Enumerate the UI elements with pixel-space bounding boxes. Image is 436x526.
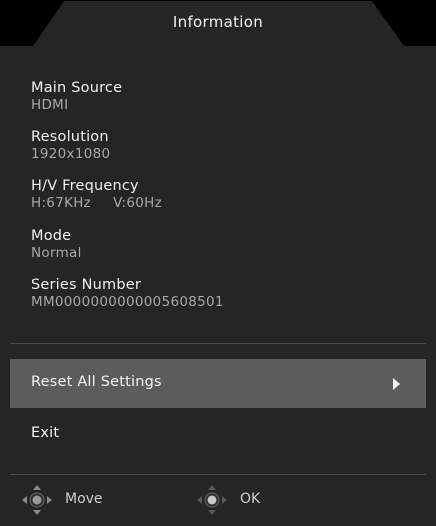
main-source-label: Main Source bbox=[31, 80, 123, 96]
page-title: Information bbox=[172, 13, 264, 31]
info-frequency: H/V Frequency H:67KHz V:60Hz bbox=[31, 178, 162, 211]
info-series-number: Series Number MM0000000000005608501 bbox=[31, 277, 224, 310]
main-source-value: HDMI bbox=[31, 97, 69, 113]
title-bar: Information bbox=[0, 0, 436, 46]
ok-hint: OK bbox=[195, 484, 285, 516]
move-hint-label: Move bbox=[65, 491, 103, 507]
ok-hint-label: OK bbox=[240, 491, 261, 507]
info-mode: Mode Normal bbox=[31, 228, 82, 261]
osd-panel: Information Main Source HDMI Resolution … bbox=[0, 0, 436, 526]
frequency-label: H/V Frequency bbox=[31, 178, 139, 194]
resolution-value: 1920x1080 bbox=[31, 146, 111, 162]
v-frequency-value: V:60Hz bbox=[113, 195, 162, 211]
move-hint: Move bbox=[20, 484, 130, 516]
dpad-press-icon bbox=[197, 485, 227, 515]
mode-label: Mode bbox=[31, 228, 72, 244]
divider-top bbox=[10, 343, 426, 344]
info-resolution: Resolution 1920x1080 bbox=[31, 129, 110, 162]
series-number-label: Series Number bbox=[31, 277, 142, 293]
divider-bottom bbox=[10, 474, 426, 475]
exit-label: Exit bbox=[31, 425, 60, 441]
reset-all-settings-button[interactable]: Reset All Settings bbox=[10, 359, 426, 408]
series-number-value: MM0000000000005608501 bbox=[31, 294, 224, 310]
resolution-label: Resolution bbox=[31, 129, 109, 145]
info-main-source: Main Source HDMI bbox=[31, 80, 122, 113]
mode-value: Normal bbox=[31, 245, 82, 261]
exit-button[interactable]: Exit bbox=[10, 410, 426, 459]
h-frequency-value: H:67KHz bbox=[31, 195, 92, 211]
right-arrow-icon bbox=[393, 378, 400, 390]
frequency-value: H:67KHz V:60Hz bbox=[31, 195, 162, 211]
four-way-dpad-icon bbox=[22, 485, 52, 515]
reset-all-settings-label: Reset All Settings bbox=[31, 374, 162, 390]
